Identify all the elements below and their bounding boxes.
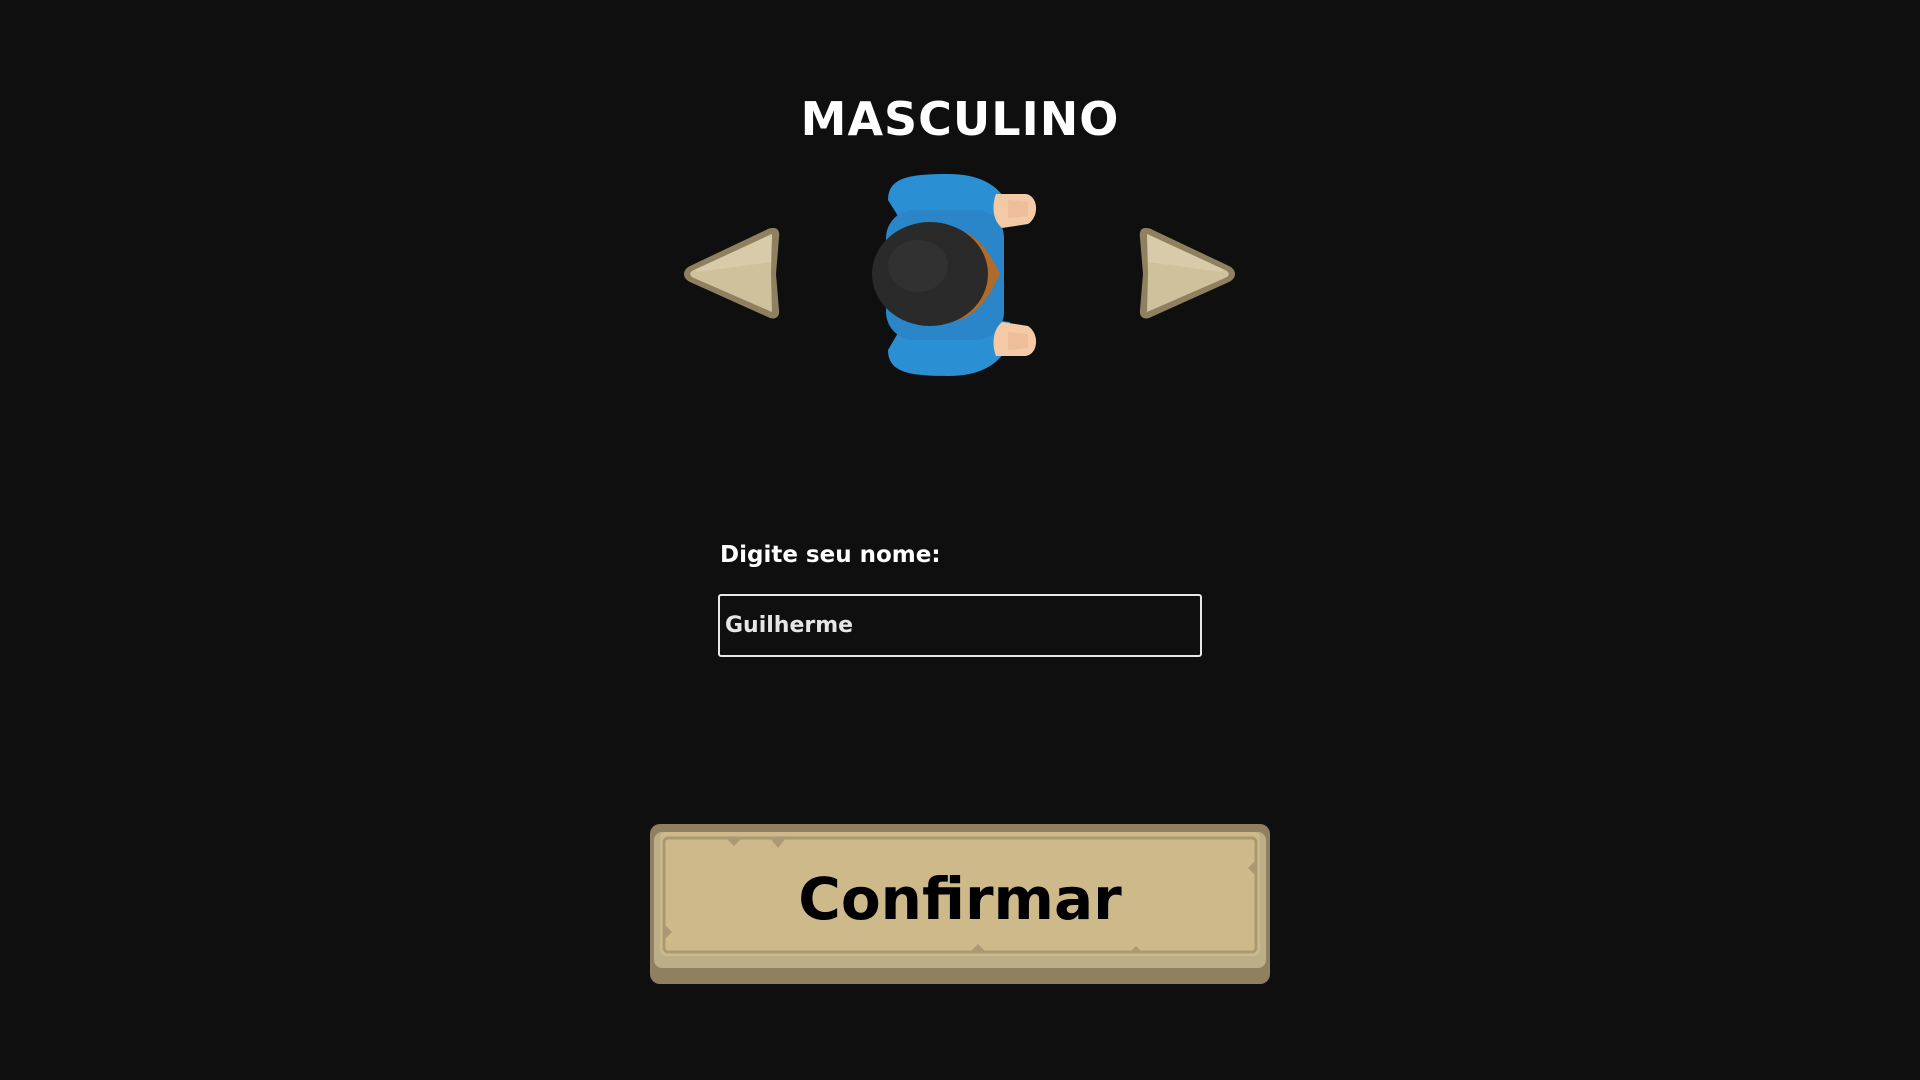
gender-title: MASCULINO [800,92,1120,146]
character-preview [868,170,1068,380]
confirm-button-label: Confirmar [798,865,1122,933]
name-label: Digite seu nome: [720,542,941,568]
arrow-left-icon [684,228,780,319]
character-creation-screen: MASCULINO Digite seu nome: Guilherme Con… [0,0,1920,1080]
name-input[interactable] [718,594,1202,657]
previous-gender-button[interactable] [678,222,782,326]
male-character-sprite [872,174,1037,376]
arrow-right-icon [1139,228,1235,319]
next-gender-button[interactable] [1137,222,1241,326]
confirm-button[interactable]: Confirmar [650,824,1270,984]
